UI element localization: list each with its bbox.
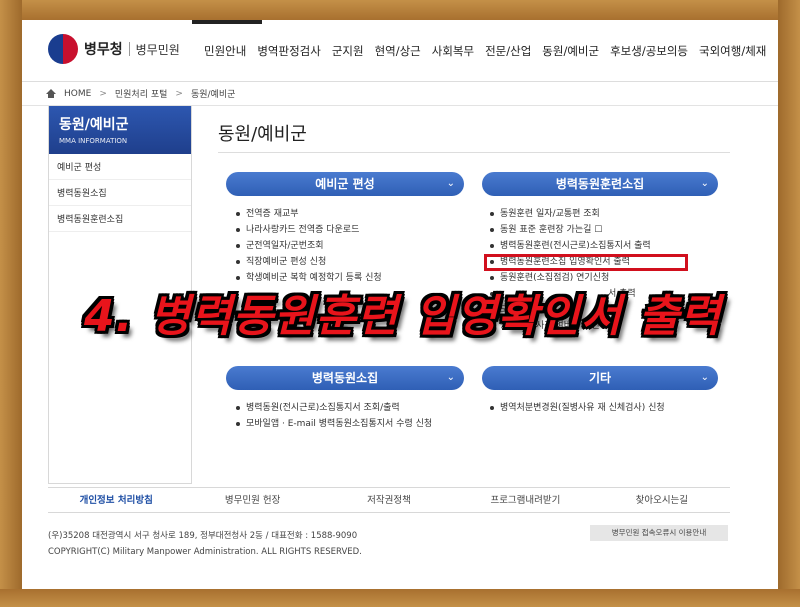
breadcrumb-separator: > [175,88,183,99]
reserve-list: 전역증 재교부 나라사랑카드 전역증 다운로드 군전역일자/군번조회 직장예비군… [234,206,382,286]
logo-divider [128,42,130,56]
footer-link-privacy[interactable]: 개인정보 처리방침 [48,488,184,512]
footer-info: (우)35208 대전광역시 서구 청사로 189, 정부대전청사 2동 / 대… [48,528,362,560]
gnb-item-active[interactable]: 현역/상근 [375,43,421,59]
frame-left [0,0,22,607]
chevron-down-icon: ⌄ [446,178,455,189]
chevron-down-icon: ⌄ [700,178,709,189]
active-top-marker [192,20,262,24]
gnb-item-reserve[interactable]: 동원/예비군 [542,43,599,59]
breadcrumb-level1[interactable]: 민원처리 포털 [115,87,168,100]
list-item[interactable]: 모바일앱 · E-mail 병력동원소집통지서 수령 신청 [234,416,432,432]
connection-help-button[interactable]: 병무민원 접속오류시 이용안내 [590,525,728,541]
taegeuk-logo-icon [48,34,78,64]
section-mobilization-button[interactable]: 병력동원소집 ⌄ [226,366,464,390]
list-item[interactable]: 병력동원(전시근로)소집통지서 조회/출력 [234,400,432,416]
page-title: 동원/예비군 [218,124,307,145]
frame-top [0,0,800,20]
gnb-item-candidate[interactable]: 후보생/공보의등 [610,43,688,59]
sidebar-item-mobilization[interactable]: 병력동원소집 [49,180,191,206]
global-nav: 민원안내 병역판정검사 군지원 현역/상근 사회복무 전문/산업 동원/예비군 … [204,43,777,59]
site-logo[interactable]: 병무청 병무민원 [48,34,180,64]
section-reserve-title: 예비군 편성 [315,177,375,191]
breadcrumb-home[interactable]: HOME [64,89,91,99]
footer-link-directions[interactable]: 찾아오시는길 [594,488,730,512]
logo-main-text: 병무청 [84,42,123,58]
chevron-down-icon: ⌄ [700,372,709,383]
highlight-box [484,254,688,271]
section-mobilization-training-title: 병력동원훈련소집 [555,177,645,191]
list-item[interactable]: 군전역일자/군번조회 [234,238,382,254]
etc-list: 병역처분변경원(질병사유 재 신체검사) 신청 [488,400,665,416]
footer-link-downloads[interactable]: 프로그램내려받기 [457,488,593,512]
gnb-item-professional[interactable]: 전문/산업 [485,43,531,59]
gnb-item-civil[interactable]: 민원안내 [204,43,246,59]
list-item[interactable]: 동원훈련 일자/교통편 조회 [488,206,651,222]
footer-copyright: COPYRIGHT(C) Military Manpower Administr… [48,547,362,557]
gnb-item-exam[interactable]: 병역판정검사 [257,43,320,59]
list-item[interactable]: 동원 표준 훈련장 가는길 ☐ [488,222,651,238]
section-etc-button[interactable]: 기타 ⌄ [482,366,718,390]
list-item[interactable]: 전역증 재교부 [234,206,382,222]
section-mobilization-title: 병력동원소집 [311,371,379,385]
sidebar-item-mobilization-training[interactable]: 병력동원훈련소집 [49,206,191,232]
web-page: 병무청 병무민원 민원안내 병역판정검사 군지원 현역/상근 사회복무 전문/산… [22,20,778,589]
footer-link-charter[interactable]: 병무민원 헌장 [184,488,320,512]
list-item[interactable]: 나라사랑카드 전역증 다운로드 [234,222,382,238]
footer-link-copyright[interactable]: 저작권정책 [321,488,457,512]
sidebar-header: 동원/예비군 MMA INFORMATION [49,106,191,154]
section-reserve-button[interactable]: 예비군 편성 ⌄ [226,172,464,196]
frame-right [778,0,800,607]
section-mobilization-training-button[interactable]: 병력동원훈련소집 ⌄ [482,172,718,196]
breadcrumb: HOME > 민원처리 포털 > 동원/예비군 [22,82,778,106]
sidebar-item-reserve[interactable]: 예비군 편성 [49,154,191,180]
logo-sub-text: 병무민원 [135,42,180,57]
footer-address: (우)35208 대전광역시 서구 청사로 189, 정부대전청사 2동 / 대… [48,531,358,541]
footer-nav: 개인정보 처리방침 병무민원 헌장 저작권정책 프로그램내려받기 찾아오시는길 [48,487,730,513]
sidebar-title: 동원/예비군 [59,117,129,133]
mobilization-list: 병력동원(전시근로)소집통지서 조회/출력 모바일앱 · E-mail 병력동원… [234,400,432,432]
home-icon [46,89,56,98]
gnb-item-enlist[interactable]: 군지원 [332,43,364,59]
sidebar-subtitle: MMA INFORMATION [59,137,128,145]
chevron-down-icon: ⌄ [446,372,455,383]
list-item[interactable]: 직장예비군 편성 신청 [234,254,382,270]
list-item[interactable]: 병력동원훈련(전시근로)소집통지서 출력 [488,238,651,254]
site-header: 병무청 병무민원 민원안내 병역판정검사 군지원 현역/상근 사회복무 전문/산… [22,20,778,82]
tutorial-caption: 4. 병력동원훈련 입영확인서 출력 [84,291,722,342]
frame-bottom [0,589,800,607]
breadcrumb-separator: > [99,88,107,99]
title-divider [218,152,730,153]
list-item[interactable]: 병역처분변경원(질병사유 재 신체검사) 신청 [488,400,665,416]
breadcrumb-level2[interactable]: 동원/예비군 [191,87,235,100]
gnb-item-social[interactable]: 사회복무 [432,43,474,59]
section-etc-title: 기타 [588,371,612,385]
gnb-item-overseas[interactable]: 국외여행/체재 [699,43,766,59]
